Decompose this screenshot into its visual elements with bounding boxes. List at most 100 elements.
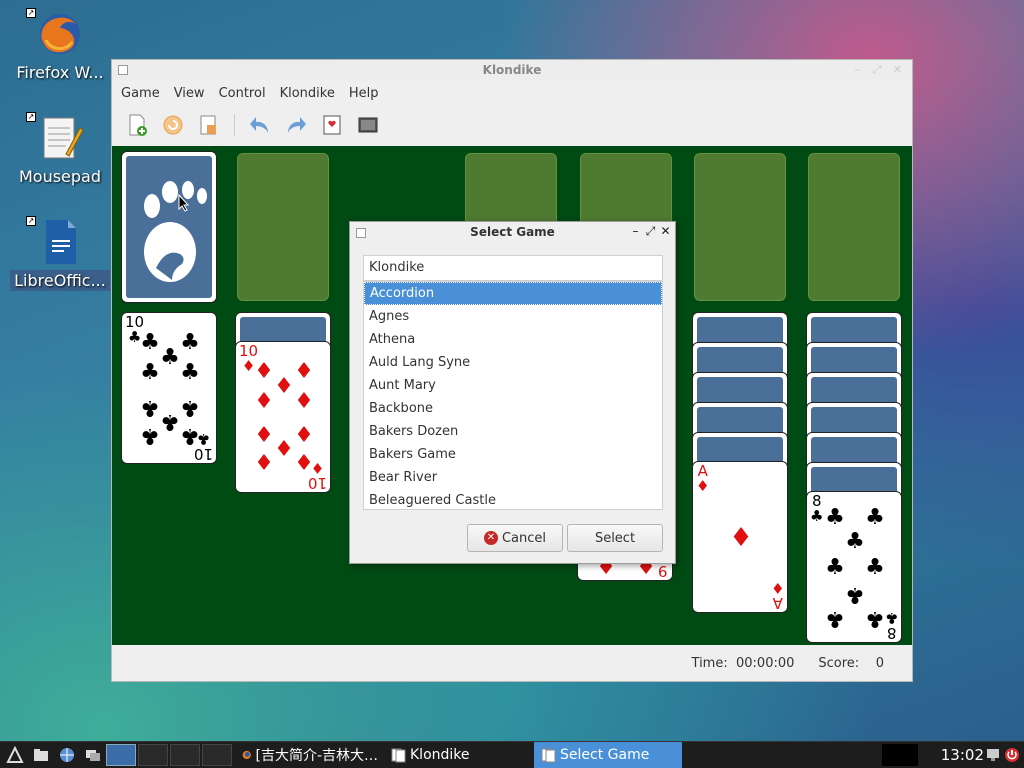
select-button[interactable]: Select	[567, 524, 663, 552]
game-list-item[interactable]: Aunt Mary	[364, 374, 662, 397]
dialog-titlebar[interactable]: Select Game – ⤢ ✕	[350, 222, 675, 244]
new-game-button[interactable]	[122, 110, 152, 140]
card-suit: ♦	[770, 579, 784, 597]
card-suit: ♣	[810, 507, 824, 525]
select-game-dialog: Select Game – ⤢ ✕ Klondike Accordion Agn…	[349, 221, 676, 564]
card-pip: ♣	[825, 505, 845, 530]
statusbar: Time: 00:00:00 Score: 0	[112, 645, 912, 681]
workspace-3[interactable]	[170, 744, 200, 766]
tableau-card[interactable]: A ♦ A ♦ ♦	[692, 461, 788, 613]
game-list[interactable]: Accordion Agnes Athena Auld Lang Syne Au…	[363, 281, 663, 510]
task-select-game[interactable]: Select Game	[534, 742, 682, 768]
hint-button[interactable]	[194, 110, 224, 140]
workspace-1[interactable]	[106, 744, 136, 766]
time-display: Time: 00:00:00	[692, 656, 795, 671]
tray-placeholder	[882, 744, 918, 766]
restart-button[interactable]	[158, 110, 188, 140]
game-list-item[interactable]: Agnes	[364, 305, 662, 328]
card-pip: ♦	[254, 423, 274, 448]
card-pip: ♣	[160, 345, 180, 370]
undo-button[interactable]	[245, 110, 275, 140]
card-pip: ♣	[865, 505, 885, 530]
tableau-card[interactable]: 10 ♦ 10 ♦ ♦ ♦ ♦ ♦ ♦ ♦ ♦ ♦ ♦ ♦	[235, 341, 331, 493]
task-label: Klondike	[410, 747, 470, 763]
score-value: 0	[875, 655, 884, 671]
close-icon[interactable]: ✕	[660, 224, 671, 239]
deal-button[interactable]	[317, 110, 347, 140]
desktop-icon-mousepad[interactable]: ↗ Mousepad	[10, 112, 110, 187]
game-list-item[interactable]: Auld Lang Syne	[364, 351, 662, 374]
desktop-icon-libreoffice[interactable]: ↗ LibreOffic...	[10, 216, 110, 291]
menu-game[interactable]: Game	[114, 86, 167, 101]
stock-pile[interactable]	[121, 151, 217, 303]
game-list-item[interactable]: Backbone	[364, 397, 662, 420]
game-search-field[interactable]: Klondike	[363, 255, 663, 281]
firefox-icon: ↗	[26, 8, 84, 58]
fullscreen-button[interactable]	[353, 110, 383, 140]
card-pip: ♦	[274, 374, 294, 399]
foundation-slot[interactable]	[694, 153, 786, 301]
menu-control[interactable]: Control	[212, 86, 273, 101]
card-suit: ♣	[884, 609, 898, 627]
cancel-button[interactable]: ✕ Cancel	[467, 524, 563, 552]
game-list-item[interactable]: Beleaguered Castle	[364, 489, 662, 509]
cancel-icon: ✕	[483, 531, 498, 545]
browser-launch-button[interactable]	[56, 744, 78, 766]
card-pip: ♣	[140, 360, 160, 385]
window-titlebar[interactable]: Klondike ‒ ⤢ ✕	[112, 60, 912, 80]
card-pip: ♣	[845, 582, 865, 607]
task-label: [吉大简介-吉林大…	[255, 748, 378, 764]
minimize-icon[interactable]: –	[630, 224, 641, 239]
menu-view[interactable]: View	[167, 86, 212, 101]
game-list-item[interactable]: Accordion	[364, 282, 662, 305]
deal-icon	[323, 115, 341, 135]
card-pip: ♣	[160, 409, 180, 434]
folder-icon	[34, 749, 48, 761]
toolbar	[112, 106, 912, 144]
dialog-title: Select Game	[470, 225, 555, 239]
menu-help[interactable]: Help	[342, 86, 386, 101]
window-controls[interactable]: ‒ ⤢ ✕	[854, 63, 906, 77]
clock[interactable]: 13:02	[941, 746, 984, 764]
redo-button[interactable]	[281, 110, 311, 140]
maximize-icon[interactable]: ⤢	[645, 224, 656, 239]
menu-launcher-button[interactable]	[4, 744, 26, 766]
game-list-item[interactable]: Athena	[364, 328, 662, 351]
restart-icon	[163, 115, 183, 135]
card-pip: ♦	[274, 437, 294, 462]
score-display: Score: 0	[818, 656, 884, 671]
score-label: Score:	[818, 655, 860, 671]
time-label: Time:	[691, 655, 728, 671]
task-label: Select Game	[560, 747, 650, 763]
game-list-item[interactable]: Bakers Game	[364, 443, 662, 466]
game-list-item[interactable]: Bear River	[364, 466, 662, 489]
menu-klondike[interactable]: Klondike	[273, 86, 342, 101]
network-icon[interactable]	[986, 747, 1000, 763]
taskbar: [吉大简介-吉林大… Klondike Select Game 13:02	[0, 741, 1024, 768]
workspace-4[interactable]	[202, 744, 232, 766]
writer-doc-icon: ↗	[26, 216, 84, 266]
task-firefox[interactable]: [吉大简介-吉林大…	[236, 742, 384, 768]
cancel-label: Cancel	[501, 530, 547, 546]
dialog-controls: – ⤢ ✕	[630, 224, 671, 239]
show-desktop-button[interactable]	[82, 744, 104, 766]
file-manager-button[interactable]	[30, 744, 52, 766]
window-title: Klondike	[482, 63, 542, 77]
task-klondike[interactable]: Klondike	[384, 742, 534, 768]
mouse-cursor-icon	[178, 194, 190, 212]
desktop-icon-label: Firefox W...	[16, 63, 104, 82]
card-pip: ♣	[825, 555, 845, 580]
card-pip: ♦	[294, 451, 314, 476]
tableau-card[interactable]: 8 ♣ 8 ♣ ♣ ♣ ♣ ♣ ♣ ♣ ♣ ♣	[806, 491, 902, 643]
workspace-2[interactable]	[138, 744, 168, 766]
waste-slot[interactable]	[237, 153, 329, 301]
foundation-slot[interactable]	[808, 153, 900, 301]
toolbar-separator	[234, 114, 235, 136]
game-list-item[interactable]: Bakers Dozen	[364, 420, 662, 443]
desktop-icon-firefox[interactable]: ↗ Firefox W...	[10, 8, 110, 83]
card-pip: ♦	[294, 423, 314, 448]
tableau-card[interactable]: 10 ♣ 10 ♣ ♣ ♣ ♣ ♣ ♣ ♣ ♣ ♣ ♣ ♣	[121, 312, 217, 464]
card-pip: ♣	[180, 330, 200, 355]
power-icon[interactable]	[1004, 747, 1020, 763]
desktop-icon-label: LibreOffic...	[10, 270, 110, 291]
